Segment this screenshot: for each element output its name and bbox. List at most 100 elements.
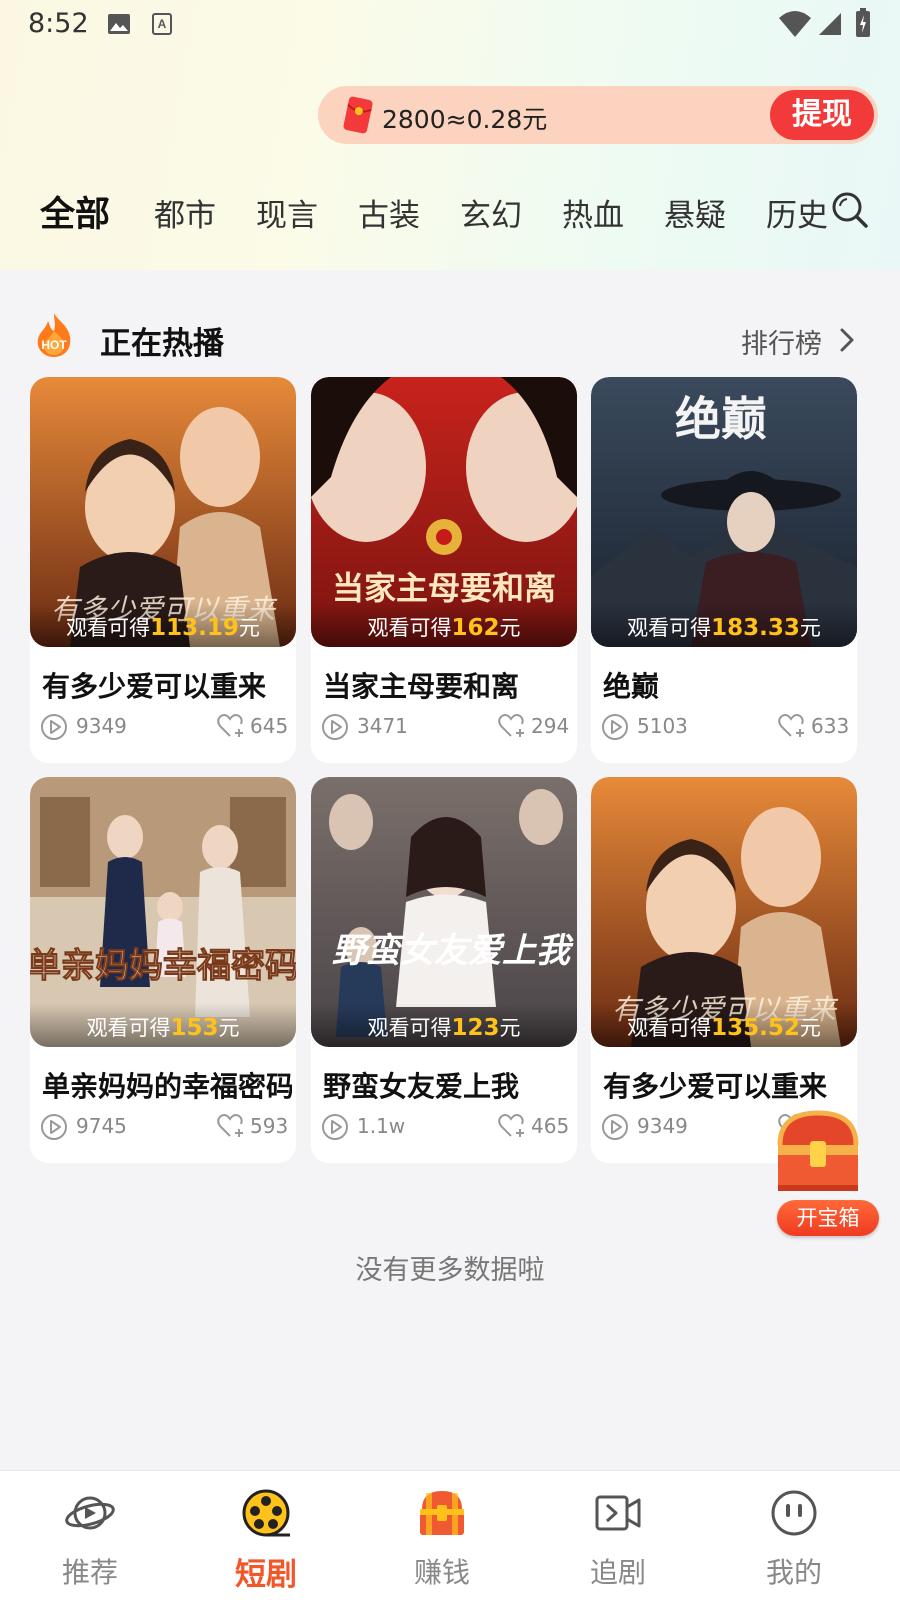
like-count: 645 [250, 714, 289, 738]
like-count: 593 [250, 1114, 289, 1138]
like-heart-icon[interactable] [216, 1112, 244, 1140]
reward-amount: 123 [451, 1015, 500, 1041]
play-count-icon [322, 714, 348, 740]
like-count: 465 [531, 1114, 570, 1138]
tab-urban[interactable]: 都市 [154, 190, 216, 235]
film-reel-icon [242, 1489, 290, 1537]
no-more-data-text: 没有更多数据啦 [355, 1255, 545, 1286]
chevron-right-icon[interactable] [838, 326, 856, 354]
red-packet-icon [343, 96, 373, 134]
reward-amount: 113.19 [150, 615, 239, 641]
reward-suffix: 元 [499, 616, 521, 640]
drama-poster[interactable]: 有多少爱可以重来 观看可得135.52元 [591, 777, 857, 1047]
reward-strip: 观看可得135.52元 [591, 1003, 857, 1047]
wifi-icon [779, 11, 811, 37]
reward-strip: 观看可得123元 [311, 1003, 577, 1047]
drama-poster[interactable]: 野蛮女友爱上我 观看可得123元 [311, 777, 577, 1047]
view-count: 3471 [357, 714, 408, 738]
card-title[interactable]: 单亲妈妈的幸福密码 [42, 1065, 292, 1105]
category-tabs: 全部 都市 现言 古装 玄幻 热血 悬疑 历史 [0, 182, 830, 242]
search-icon[interactable] [830, 190, 870, 230]
reward-suffix: 元 [218, 1016, 240, 1040]
nav-short-drama[interactable]: 短剧 [176, 1471, 356, 1600]
poster-title-art: 当家主母要和离 [332, 569, 556, 607]
reward-prefix: 观看可得 [367, 616, 452, 640]
signal-icon [819, 13, 841, 35]
hot-badge-text: HOT [41, 338, 67, 352]
nav-profile[interactable]: 我的 [704, 1471, 884, 1600]
play-count-icon [41, 1114, 67, 1140]
reward-amount: 135.52 [711, 1015, 800, 1041]
open-chest-button[interactable]: 开宝箱 [777, 1200, 879, 1236]
card-title[interactable]: 当家主母要和离 [323, 665, 573, 705]
poster-title-art: 野蛮女友爱上我 [332, 931, 574, 971]
tab-history[interactable]: 历史 [766, 190, 828, 235]
card-title[interactable]: 绝巅 [603, 665, 853, 705]
keyboard-icon: A [152, 13, 172, 35]
nav-label: 我的 [765, 1556, 822, 1589]
view-count: 5103 [637, 714, 688, 738]
drama-card[interactable]: 野蛮女友爱上我 观看可得123元 野蛮女友爱上我 1.1w 465 [311, 777, 577, 1163]
nav-recommend[interactable]: 推荐 [0, 1471, 180, 1600]
svg-text:A: A [158, 17, 167, 31]
nav-label: 推荐 [61, 1556, 118, 1589]
tab-modern-romance[interactable]: 现言 [256, 190, 318, 235]
poster-title-art: 单亲妈妈幸福密码 [30, 946, 296, 986]
nav-follow-drama[interactable]: 追剧 [528, 1471, 708, 1600]
nav-label: 赚钱 [413, 1556, 470, 1589]
reward-strip: 观看可得162元 [311, 603, 577, 647]
drama-card[interactable]: 当家主母要和离 观看可得162元 当家主母要和离 3471 294 [311, 377, 577, 763]
withdraw-button[interactable]: 提现 [770, 90, 874, 140]
reward-balance-text: 2800≈0.28元 [382, 105, 548, 134]
reward-amount: 162 [451, 615, 500, 641]
drama-poster[interactable]: 绝巅 观看可得183.33元 [591, 377, 857, 647]
status-time: 8:52 [28, 8, 89, 39]
reward-strip: 观看可得183.33元 [591, 603, 857, 647]
drama-poster[interactable]: 有多少爱可以重来 观看可得113.19元 [30, 377, 296, 647]
reward-amount: 153 [170, 1015, 219, 1041]
view-count: 9349 [637, 1114, 688, 1138]
tab-costume[interactable]: 古装 [358, 190, 420, 235]
reward-balance-pill[interactable]: 2800≈0.28元 提现 [318, 86, 878, 144]
ranking-link[interactable]: 排行榜 [741, 322, 822, 361]
tab-action[interactable]: 热血 [562, 190, 624, 235]
like-heart-icon[interactable] [777, 712, 805, 740]
play-count-icon [602, 714, 628, 740]
like-heart-icon[interactable] [216, 712, 244, 740]
play-count-icon [602, 1114, 628, 1140]
card-title[interactable]: 有多少爱可以重来 [603, 1065, 853, 1105]
drama-poster[interactable]: 当家主母要和离 观看可得162元 [311, 377, 577, 647]
treasure-chest-icon[interactable] [770, 1105, 866, 1197]
bottom-navigation: 推荐 短剧 赚钱 追剧 我的 [0, 1470, 900, 1600]
reward-prefix: 观看可得 [367, 1016, 452, 1040]
play-count-icon [41, 714, 67, 740]
hot-flame-icon: HOT [37, 313, 71, 357]
like-count: 633 [811, 714, 850, 738]
poster-title-art: 绝巅 [675, 392, 767, 446]
nav-label: 短剧 [235, 1557, 297, 1593]
drama-poster[interactable]: 单亲妈妈幸福密码 观看可得153元 [30, 777, 296, 1047]
planet-icon [65, 1496, 115, 1530]
video-camera-icon [595, 1495, 641, 1531]
battery-icon [856, 8, 870, 37]
like-heart-icon[interactable] [497, 1112, 525, 1140]
reward-prefix: 观看可得 [627, 616, 712, 640]
reward-suffix: 元 [499, 1016, 521, 1040]
tab-suspense[interactable]: 悬疑 [664, 190, 726, 235]
reward-suffix: 元 [799, 1016, 821, 1040]
treasure-chest-icon [420, 1491, 464, 1535]
drama-card[interactable]: 单亲妈妈幸福密码 观看可得153元 单亲妈妈的幸福密码 9745 593 [30, 777, 296, 1163]
card-title[interactable]: 有多少爱可以重来 [42, 665, 292, 705]
card-title[interactable]: 野蛮女友爱上我 [323, 1065, 573, 1105]
like-heart-icon[interactable] [497, 712, 525, 740]
reward-suffix: 元 [799, 616, 821, 640]
reward-prefix: 观看可得 [627, 1016, 712, 1040]
reward-prefix: 观看可得 [66, 616, 151, 640]
drama-card[interactable]: 有多少爱可以重来 观看可得113.19元 有多少爱可以重来 9349 645 [30, 377, 296, 763]
nav-earn[interactable]: 赚钱 [352, 1471, 532, 1600]
reward-strip: 观看可得153元 [30, 1003, 296, 1047]
reward-strip: 观看可得113.19元 [30, 603, 296, 647]
tab-all[interactable]: 全部 [40, 186, 110, 237]
drama-card[interactable]: 绝巅 观看可得183.33元 绝巅 5103 633 [591, 377, 857, 763]
tab-fantasy[interactable]: 玄幻 [460, 190, 522, 235]
